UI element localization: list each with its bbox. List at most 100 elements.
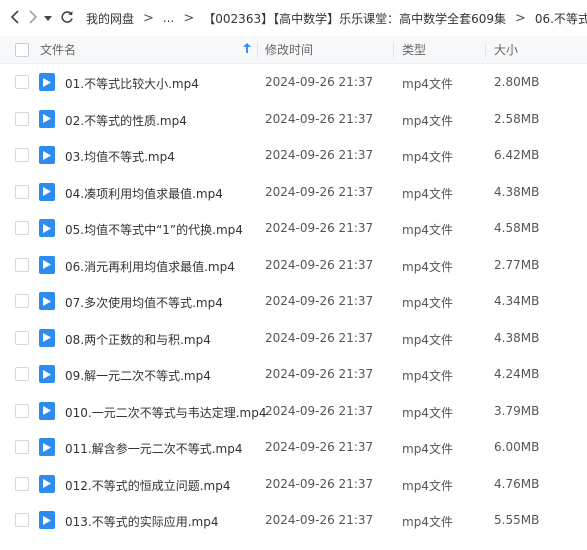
- row-checkbox[interactable]: [15, 148, 29, 162]
- arrow-up-icon[interactable]: [243, 43, 251, 56]
- video-file-icon: [39, 73, 55, 91]
- row-checkbox[interactable]: [15, 403, 29, 418]
- file-size: 3.79MB: [494, 403, 540, 418]
- select-all-checkbox[interactable]: [15, 43, 29, 57]
- row-checkbox[interactable]: [15, 221, 29, 235]
- file-name[interactable]: 01.不等式比较大小.mp4: [65, 75, 199, 92]
- row-checkbox[interactable]: [15, 75, 29, 89]
- file-modified-time: 2024-09-26 21:37: [265, 367, 374, 381]
- file-row[interactable]: 01.不等式比较大小.mp4 2024-09-26 21:37 mp4文件 2.…: [0, 64, 587, 101]
- file-row[interactable]: 011.解含参一元二次不等式.mp4 2024-09-26 21:37 mp4文…: [0, 429, 587, 466]
- column-divider[interactable]: [257, 42, 258, 58]
- row-checkbox[interactable]: [15, 257, 29, 272]
- file-row[interactable]: 05.均值不等式中“1”的代换.mp4 2024-09-26 21:37 mp4…: [0, 210, 587, 247]
- forward-button[interactable]: [28, 7, 38, 29]
- breadcrumb-separator: >: [143, 10, 154, 26]
- file-row[interactable]: 08.两个正数的和与积.mp4 2024-09-26 21:37 mp4文件 4…: [0, 320, 587, 357]
- breadcrumb: 我的网盘 > ... > 【002363】【高中数学】乐乐课堂：高中数学全套60…: [86, 10, 587, 27]
- file-modified-time: 2024-09-26 21:37: [265, 184, 374, 199]
- file-row[interactable]: 013.不等式的实际应用.mp4 2024-09-26 21:37 mp4文件 …: [0, 502, 587, 539]
- column-header-name[interactable]: 文件名: [40, 41, 76, 58]
- file-row[interactable]: 010.一元二次不等式与韦达定理.mp4 2024-09-26 21:37 mp…: [0, 393, 587, 430]
- file-type: mp4文件: [402, 150, 453, 164]
- row-checkbox[interactable]: [15, 367, 29, 381]
- file-size: 2.77MB: [494, 257, 540, 272]
- file-type: mp4文件: [402, 259, 453, 274]
- row-checkbox[interactable]: [15, 330, 29, 345]
- refresh-button[interactable]: [60, 7, 74, 29]
- column-header-type[interactable]: 类型: [402, 41, 426, 58]
- file-type: mp4文件: [402, 113, 453, 128]
- file-name[interactable]: 010.一元二次不等式与韦达定理.mp4: [65, 404, 266, 421]
- file-name[interactable]: 013.不等式的实际应用.mp4: [65, 513, 218, 530]
- file-type: mp4文件: [402, 296, 453, 310]
- caret-down-icon: [44, 11, 52, 25]
- file-name[interactable]: 08.两个正数的和与积.mp4: [65, 331, 211, 348]
- video-file-icon: [39, 438, 55, 456]
- file-size: 4.76MB: [494, 476, 540, 491]
- file-row[interactable]: 02.不等式的性质.mp4 2024-09-26 21:37 mp4文件 2.5…: [0, 101, 587, 138]
- file-modified-time: 2024-09-26 21:37: [265, 111, 374, 126]
- file-size: 5.55MB: [494, 513, 540, 527]
- row-checkbox[interactable]: [15, 440, 29, 454]
- file-row[interactable]: 012.不等式的恒成立问题.mp4 2024-09-26 21:37 mp4文件…: [0, 466, 587, 503]
- file-name[interactable]: 07.多次使用均值不等式.mp4: [65, 294, 223, 311]
- file-row[interactable]: 07.多次使用均值不等式.mp4 2024-09-26 21:37 mp4文件 …: [0, 283, 587, 320]
- row-checkbox[interactable]: [15, 513, 29, 527]
- file-type: mp4文件: [402, 478, 453, 493]
- file-row[interactable]: 09.解一元二次不等式.mp4 2024-09-26 21:37 mp4文件 4…: [0, 356, 587, 393]
- row-checkbox[interactable]: [15, 111, 29, 126]
- back-button[interactable]: [10, 7, 20, 29]
- file-modified-time: 2024-09-26 21:37: [265, 330, 374, 345]
- breadcrumb-item-root[interactable]: 我的网盘: [86, 10, 134, 27]
- file-size: 4.24MB: [494, 367, 540, 381]
- row-checkbox[interactable]: [15, 476, 29, 491]
- file-size: 2.80MB: [494, 75, 540, 89]
- row-checkbox[interactable]: [15, 294, 29, 308]
- file-name[interactable]: 011.解含参一元二次不等式.mp4: [65, 440, 242, 457]
- breadcrumb-item-course[interactable]: 【002363】【高中数学】乐乐课堂：高中数学全套609集: [203, 10, 506, 27]
- breadcrumb-separator: >: [515, 10, 526, 26]
- file-name[interactable]: 09.解一元二次不等式.mp4: [65, 367, 211, 384]
- file-name[interactable]: 05.均值不等式中“1”的代换.mp4: [65, 221, 243, 238]
- file-name[interactable]: 06.消元再利用均值求最值.mp4: [65, 258, 235, 275]
- row-checkbox[interactable]: [15, 184, 29, 199]
- column-divider[interactable]: [485, 42, 486, 58]
- video-file-icon: [39, 511, 55, 529]
- file-modified-time: 2024-09-26 21:37: [265, 148, 374, 162]
- file-size: 4.38MB: [494, 330, 540, 345]
- history-dropdown-button[interactable]: [44, 7, 52, 29]
- breadcrumb-separator: >: [183, 10, 195, 26]
- file-type: mp4文件: [402, 332, 453, 347]
- column-header-size[interactable]: 大小: [494, 41, 518, 58]
- file-size: 2.58MB: [494, 111, 540, 126]
- file-modified-time: 2024-09-26 21:37: [265, 476, 374, 491]
- file-size: 4.38MB: [494, 184, 540, 199]
- video-file-icon: [39, 365, 55, 383]
- file-name[interactable]: 02.不等式的性质.mp4: [65, 112, 187, 129]
- file-name[interactable]: 012.不等式的恒成立问题.mp4: [65, 477, 230, 494]
- file-type: mp4文件: [402, 369, 453, 383]
- file-size: 6.42MB: [494, 148, 540, 162]
- file-modified-time: 2024-09-26 21:37: [265, 257, 374, 272]
- breadcrumb-item-ellipsis[interactable]: ...: [163, 11, 174, 25]
- file-type: mp4文件: [402, 77, 453, 91]
- chevron-right-icon: [28, 9, 38, 27]
- file-type: mp4文件: [402, 223, 453, 237]
- file-list-header: 文件名 修改时间 类型 大小: [0, 36, 587, 64]
- file-row[interactable]: 06.消元再利用均值求最值.mp4 2024-09-26 21:37 mp4文件…: [0, 247, 587, 284]
- chevron-left-icon: [10, 9, 20, 27]
- file-name[interactable]: 03.均值不等式.mp4: [65, 148, 175, 165]
- column-divider[interactable]: [393, 42, 394, 58]
- column-header-time[interactable]: 修改时间: [265, 41, 313, 58]
- file-modified-time: 2024-09-26 21:37: [265, 513, 374, 527]
- video-file-icon: [39, 182, 55, 201]
- video-file-icon: [39, 109, 55, 128]
- breadcrumb-item-current[interactable]: 06.不等式: [535, 10, 587, 27]
- video-file-icon: [39, 401, 55, 420]
- file-row[interactable]: 04.凑项利用均值求最值.mp4 2024-09-26 21:37 mp4文件 …: [0, 174, 587, 211]
- file-modified-time: 2024-09-26 21:37: [265, 221, 374, 235]
- file-row[interactable]: 03.均值不等式.mp4 2024-09-26 21:37 mp4文件 6.42…: [0, 137, 587, 174]
- file-modified-time: 2024-09-26 21:37: [265, 440, 374, 454]
- file-name[interactable]: 04.凑项利用均值求最值.mp4: [65, 185, 223, 202]
